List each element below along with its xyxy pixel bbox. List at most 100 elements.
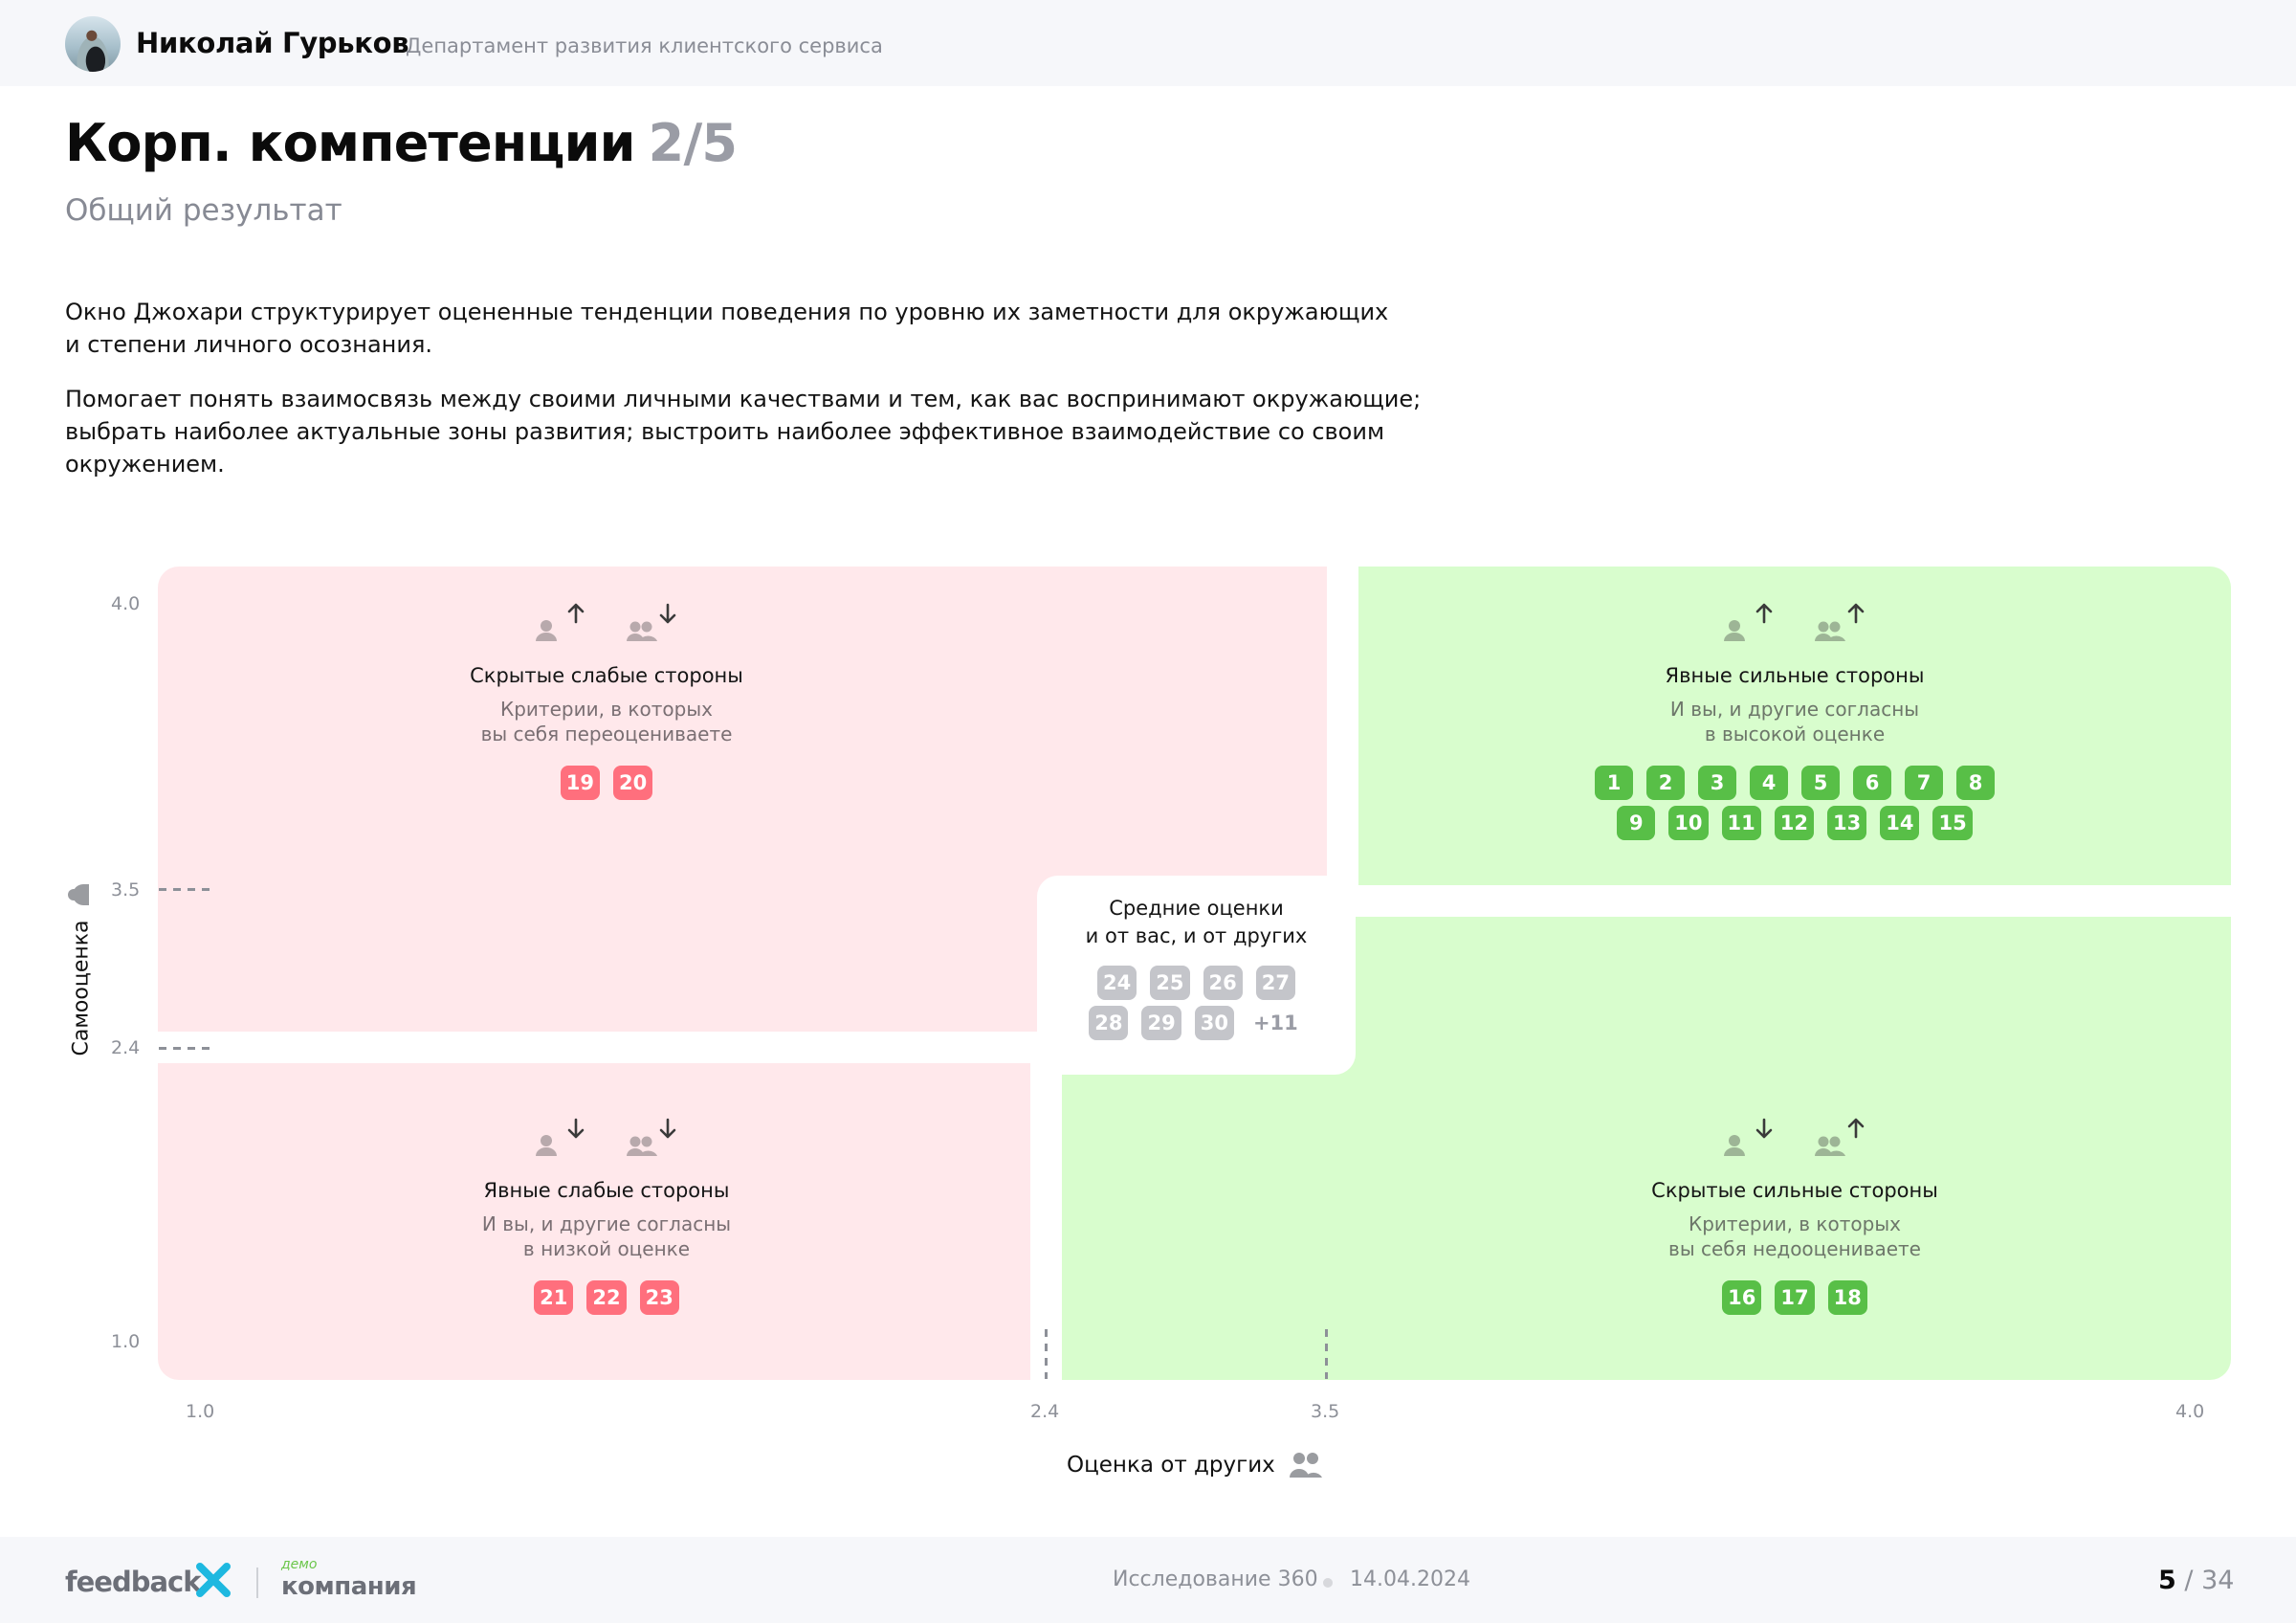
badge-row: 16 17 18 [1722, 1280, 1867, 1315]
criterion-badge[interactable]: 27 [1255, 966, 1295, 1000]
criterion-badge[interactable]: 2 [1646, 766, 1685, 800]
badge-row: 19 20 [560, 766, 653, 800]
client-tag: демо [281, 1557, 318, 1572]
text-line: Помогает понять взаимосвязь между своими… [65, 386, 1422, 412]
x-tick-label: 1.0 [186, 1401, 215, 1422]
criterion-badge[interactable]: 16 [1722, 1280, 1762, 1315]
desc-line: вы себя недооцениваете [1668, 1237, 1921, 1260]
quadrant-description: Критерии, в которых вы себя переоценивае… [415, 697, 798, 746]
criterion-badge[interactable]: 21 [534, 1280, 574, 1315]
criterion-badge[interactable]: 24 [1097, 966, 1137, 1000]
quadrant-hidden-weak: Скрытые слабые стороны Критерии, в котор… [415, 601, 798, 800]
self-arrow-up-icon [1722, 601, 1776, 643]
quadrant-open-strong: Явные сильные стороны И вы, и другие сог… [1556, 601, 2034, 840]
page-title-text: Корп. компетенции [65, 113, 635, 173]
text-line: и степени личного осознания. [65, 331, 433, 358]
criterion-badge[interactable]: 11 [1721, 806, 1761, 840]
criterion-badge[interactable]: 6 [1853, 766, 1891, 800]
quadrant-icons [1556, 601, 2034, 643]
description-paragraph-2: Помогает понять взаимосвязь между своими… [65, 383, 1538, 480]
y-tick-label: 2.4 [111, 1037, 141, 1058]
criterion-badge[interactable]: 20 [613, 766, 653, 800]
badge-row: 24 25 26 27 [1097, 966, 1295, 1000]
quadrant-title: Средние оценки и от вас, и от других [1037, 895, 1356, 950]
others-arrow-up-icon [1814, 601, 1867, 643]
criterion-badge[interactable]: 10 [1668, 806, 1709, 840]
y-threshold-marker [159, 888, 214, 891]
quadrant-title: Скрытые сильные стороны [1651, 1179, 1938, 1202]
criterion-badge[interactable]: 9 [1617, 806, 1656, 840]
x-axis-label: Оценка от других [1067, 1453, 1275, 1478]
quadrant-title: Явные слабые стороны [483, 1179, 730, 1202]
more-criteria-count[interactable]: +11 [1247, 1006, 1304, 1040]
others-arrow-down-icon [626, 601, 679, 643]
desc-line: Критерии, в которых [500, 698, 713, 721]
quadrant-description: Критерии, в которых вы себя недооценивае… [1603, 1212, 1986, 1261]
criterion-badge[interactable]: 29 [1141, 1006, 1181, 1040]
criterion-badge[interactable]: 17 [1775, 1280, 1815, 1315]
separator-dot [1323, 1578, 1333, 1588]
desc-line: Критерии, в которых [1689, 1212, 1901, 1235]
badge-row: 12345678 [1595, 766, 1995, 800]
self-arrow-down-icon [534, 1116, 587, 1158]
quadrant-icons [1603, 1116, 1986, 1158]
criterion-badge[interactable]: 13 [1827, 806, 1867, 840]
badge-row: 9 10 11 12 13 14 15 [1617, 806, 1973, 840]
criterion-badge[interactable]: 19 [560, 766, 600, 800]
page-indicator: 5 / 34 [2158, 1566, 2234, 1595]
criteria-badges: 19 20 [415, 766, 798, 800]
criterion-badge[interactable]: 7 [1905, 766, 1943, 800]
others-group-icon [1289, 1451, 1323, 1479]
criteria-badges: 21 22 23 [415, 1280, 798, 1315]
x-threshold-marker [1045, 1329, 1048, 1379]
avatar [65, 16, 121, 72]
quadrant-open-weak: Явные слабые стороны И вы, и другие согл… [415, 1116, 798, 1315]
self-arrow-down-icon [1722, 1116, 1776, 1158]
brand-x-icon [196, 1563, 231, 1597]
logo-divider [256, 1567, 258, 1598]
title-line: Средние оценки [1109, 897, 1284, 920]
user-name: Николай Гурьков [136, 27, 409, 59]
title-line: и от вас, и от других [1085, 924, 1308, 947]
user-department: Департамент развития клиентского сервиса [406, 34, 883, 57]
quadrant-icons [415, 601, 798, 643]
criterion-badge[interactable]: 14 [1880, 806, 1920, 840]
criterion-badge[interactable]: 22 [586, 1280, 627, 1315]
criterion-badge[interactable]: 4 [1750, 766, 1788, 800]
criterion-badge[interactable]: 12 [1774, 806, 1814, 840]
quadrant-description: И вы, и другие согласны в высокой оценке [1556, 697, 2034, 746]
quadrant-icons [415, 1116, 798, 1158]
top-bar: Николай Гурьков Департамент развития кли… [0, 0, 2296, 86]
footer: feedback демо компания Исследование 360 … [0, 1537, 2296, 1623]
criteria-badges: 1 2 3 4 5 6 7 8 9 10 11 12 13 14 15 [1556, 766, 2034, 840]
y-tick-label: 4.0 [111, 593, 141, 614]
y-threshold-marker [159, 1047, 214, 1050]
criterion-badge[interactable]: 30 [1194, 1006, 1234, 1040]
criterion-badge[interactable]: 25 [1150, 966, 1190, 1000]
criterion-badge[interactable]: 1 [1595, 766, 1633, 800]
desc-line: И вы, и другие согласны [1669, 698, 1920, 721]
desc-line: в низкой оценке [522, 1237, 691, 1260]
page-subtitle: Общий результат [65, 193, 342, 228]
y-tick-label: 1.0 [111, 1331, 141, 1352]
criterion-badge[interactable]: 26 [1203, 966, 1243, 1000]
criterion-badge[interactable]: 28 [1089, 1006, 1129, 1040]
description-paragraph-1: Окно Джохари структурирует оцененные тен… [65, 296, 1538, 361]
criterion-badge[interactable]: 15 [1932, 806, 1973, 840]
criterion-badge[interactable]: 18 [1827, 1280, 1867, 1315]
x-threshold-marker [1325, 1329, 1328, 1379]
criterion-badge[interactable]: 8 [1956, 766, 1995, 800]
page-current: 5 [2158, 1566, 2176, 1595]
x-tick-label: 3.5 [1311, 1401, 1340, 1422]
criterion-badge[interactable]: 23 [639, 1280, 679, 1315]
text-line: выбрать наиболее актуальные зоны развити… [65, 418, 1385, 445]
criterion-badge[interactable]: 3 [1698, 766, 1736, 800]
text-line: Окно Джохари структурирует оцененные тен… [65, 299, 1389, 325]
section-counter: 2/5 [648, 113, 738, 173]
study-name: Исследование 360 [1113, 1567, 1318, 1591]
x-tick-label: 4.0 [2175, 1401, 2205, 1422]
quadrant-title: Скрытые слабые стороны [470, 664, 743, 687]
x-tick-label: 2.4 [1030, 1401, 1060, 1422]
criterion-badge[interactable]: 5 [1801, 766, 1840, 800]
badge-row: 21 22 23 [534, 1280, 679, 1315]
